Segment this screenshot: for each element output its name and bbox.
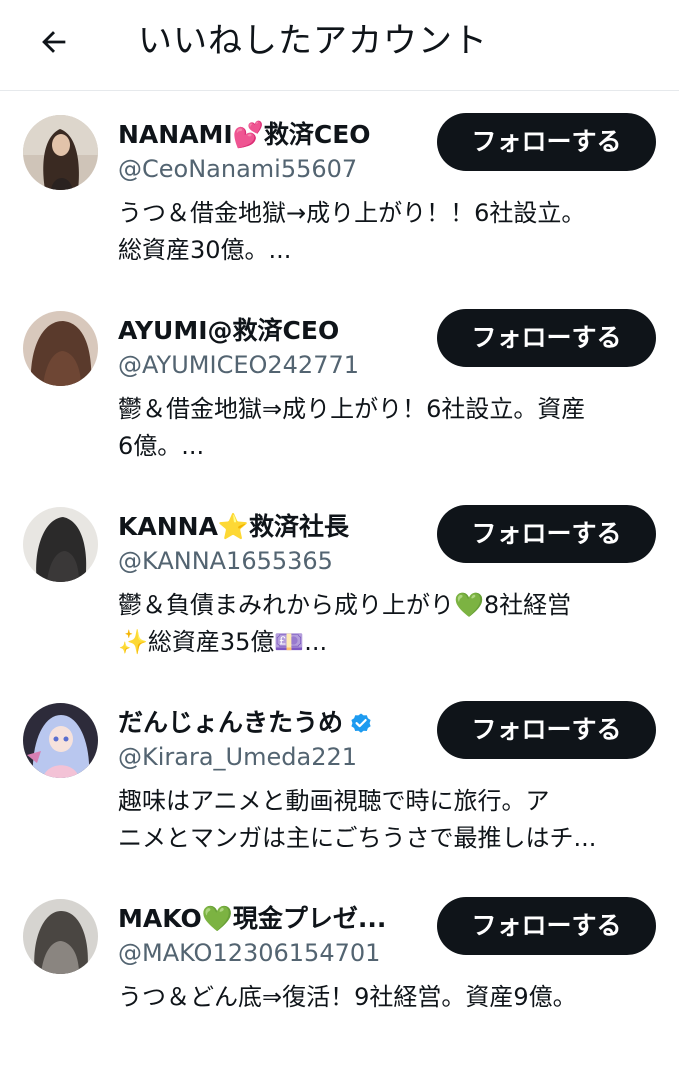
handle[interactable]: @CeoNanami55607 xyxy=(118,152,357,186)
avatar[interactable] xyxy=(23,703,98,778)
top-bar: いいねしたアカウント xyxy=(0,0,679,91)
follow-button[interactable]: フォローする xyxy=(437,897,656,955)
follow-button[interactable]: フォローする xyxy=(437,701,656,759)
avatar[interactable] xyxy=(23,311,98,386)
name-line: KANNA⭐救済社長 xyxy=(118,509,349,545)
display-name[interactable]: AYUMI@救済CEO xyxy=(118,314,339,348)
handle[interactable]: @KANNA1655365 xyxy=(118,544,333,578)
avatar[interactable] xyxy=(23,115,98,190)
handle[interactable]: @Kirara_Umeda221 xyxy=(118,740,357,774)
avatar[interactable] xyxy=(23,899,98,974)
account-row[interactable]: AYUMI@救済CEO @AYUMICEO242771 鬱＆借金地獄⇒成り上がり… xyxy=(0,287,679,483)
name-line: NANAMI💕救済CEO xyxy=(118,117,371,153)
name-line: AYUMI@救済CEO xyxy=(118,313,339,349)
handle[interactable]: @MAKO12306154701 xyxy=(118,936,380,970)
bio: 鬱＆負債まみれから成り上がり💚8社経営 ✨総資産35億💷... xyxy=(118,591,572,656)
follow-button[interactable]: フォローする xyxy=(437,505,656,563)
page-title: いいねしたアカウント xyxy=(138,21,488,61)
verified-badge-icon xyxy=(349,711,373,735)
follow-button[interactable]: フォローする xyxy=(437,113,656,171)
display-name[interactable]: MAKO💚現金プレゼ... xyxy=(118,902,386,936)
arrow-left-icon xyxy=(42,31,66,53)
bio: 鬱＆借金地獄⇒成り上がり！6社設立。資産 6億。... xyxy=(118,395,586,460)
name-line: だんじょんきたうめ xyxy=(118,705,373,741)
account-row[interactable]: NANAMI💕救済CEO @CeoNanami55607 うつ＆借金地獄→成り上… xyxy=(0,91,679,287)
bio: うつ＆どん底⇒復活！9社経営。資産9億。 xyxy=(118,983,577,1011)
account-row[interactable]: KANNA⭐救済社長 @KANNA1655365 鬱＆負債まみれから成り上がり💚… xyxy=(0,483,679,679)
bio: 趣味はアニメと動画視聴で時に旅行。ア ニメとマンガは主にごちうさで最推しはチ..… xyxy=(118,787,597,852)
back-button[interactable] xyxy=(28,16,80,68)
name-line: MAKO💚現金プレゼ... xyxy=(118,901,386,937)
handle[interactable]: @AYUMICEO242771 xyxy=(118,348,359,382)
follow-button[interactable]: フォローする xyxy=(437,309,656,367)
bio: うつ＆借金地獄→成り上がり！！6社設立。 総資産30億。... xyxy=(118,199,586,264)
display-name[interactable]: だんじょんきたうめ xyxy=(118,706,343,740)
account-row[interactable]: だんじょんきたうめ @Kirara_Umeda221 趣味はアニメと動画視聴で時… xyxy=(0,679,679,875)
display-name[interactable]: NANAMI💕救済CEO xyxy=(118,118,371,152)
avatar[interactable] xyxy=(23,507,98,582)
account-row[interactable]: MAKO💚現金プレゼ... @MAKO12306154701 うつ＆どん底⇒復活… xyxy=(0,875,679,1071)
display-name[interactable]: KANNA⭐救済社長 xyxy=(118,510,349,544)
